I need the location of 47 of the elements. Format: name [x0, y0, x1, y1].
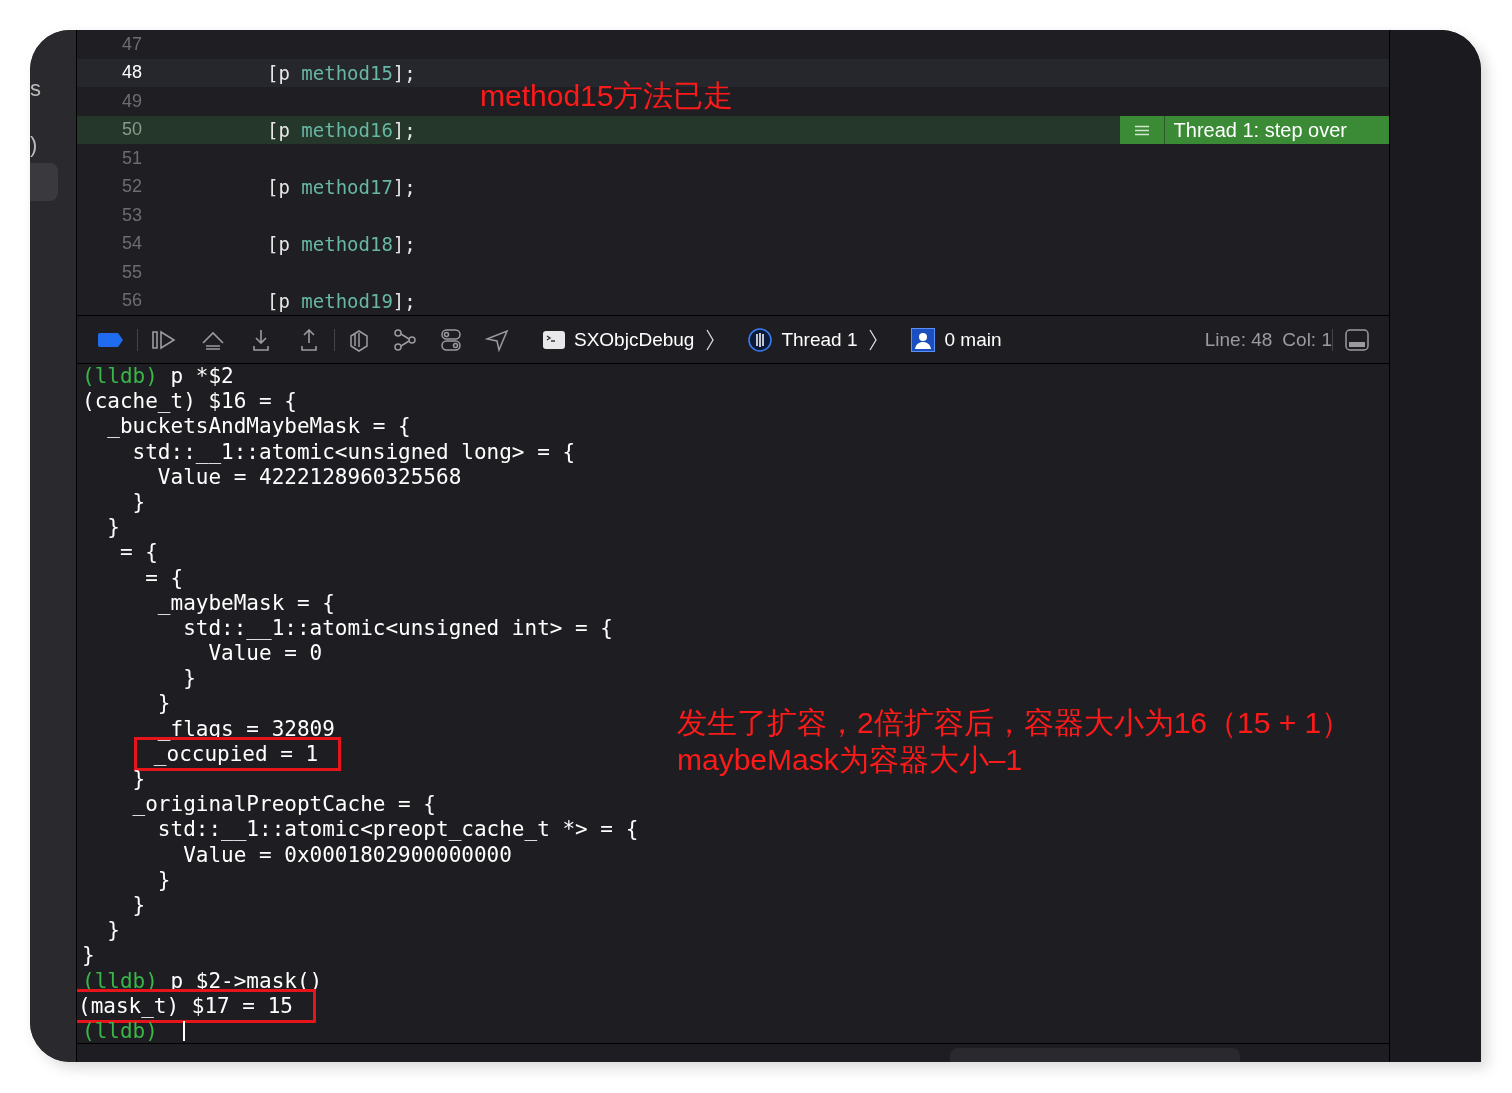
- console-output-line: }: [106, 515, 120, 541]
- code-line: [p method15];: [267, 61, 416, 84]
- console-output-line: = {: [144, 565, 184, 591]
- line-number: 52: [120, 176, 142, 198]
- line-number: 50: [120, 119, 142, 141]
- column-position: Col: 1: [1282, 328, 1332, 351]
- line-number: 48: [120, 62, 142, 84]
- console-output-line: _maybeMask = {: [156, 590, 335, 616]
- console-output-line: std::__1::atomic<unsigned long> = {: [131, 439, 576, 465]
- console-output-line: }: [131, 489, 146, 516]
- console-output-line: }: [182, 666, 196, 692]
- code-line: [p method19];: [267, 289, 416, 312]
- sidebar-text: ): [30, 132, 38, 158]
- console-output-line: }: [131, 892, 146, 919]
- code-line: [p method16];: [267, 118, 416, 141]
- console-output-line: }: [82, 943, 95, 969]
- console-output-line: Value = 0x0001802900000000: [182, 842, 512, 868]
- code-line: [p method18];: [267, 232, 416, 255]
- console-output-line: _originalPreoptCache = {: [131, 792, 436, 818]
- annotation-text: maybeMask为容器大小–1: [677, 742, 1024, 778]
- line-position: Line: 48: [1204, 328, 1273, 351]
- sidebar-text: s: [30, 76, 41, 102]
- console-output-line: }: [106, 918, 120, 944]
- line-number: 54: [120, 233, 142, 255]
- console-output-line: _bucketsAndMaybeMask = {: [106, 414, 411, 440]
- console-output-line: (cache_t) $16 = {: [82, 389, 297, 415]
- console-output-line: Value = 0: [207, 641, 323, 667]
- console-output-line: = {: [118, 540, 158, 566]
- line-number: 55: [120, 261, 142, 283]
- console-output-line: }: [156, 867, 171, 893]
- line-number: 51: [120, 147, 142, 169]
- console-output-line: Value = 4222128960325568: [156, 464, 462, 490]
- annotation-text: method15方法已走: [480, 78, 734, 114]
- console-prompt-line: (lldb) p *$2: [82, 364, 234, 390]
- breadcrumb-item[interactable]: Thread 1: [748, 327, 858, 352]
- line-number: 49: [120, 90, 142, 112]
- breadcrumb-item[interactable]: 0 main: [911, 327, 1002, 352]
- console-output-line: std::__1::atomic<preopt_cache_t *> = {: [156, 817, 639, 843]
- annotation-text: 发生了扩容，2倍扩容后，容器大小为16（15 + 1）: [677, 705, 1352, 741]
- console-output-line: }: [156, 691, 171, 717]
- console-output-line: std::__1::atomic<unsigned int> = {: [182, 615, 613, 642]
- line-number: 56: [120, 290, 142, 312]
- line-number: 53: [120, 204, 142, 226]
- line-number: 47: [120, 33, 142, 55]
- debug-status-badge: Thread 1: step over: [1119, 115, 1389, 145]
- breadcrumb-item[interactable]: SXObjcDebug: [543, 328, 695, 351]
- code-line: [p method17];: [267, 175, 416, 198]
